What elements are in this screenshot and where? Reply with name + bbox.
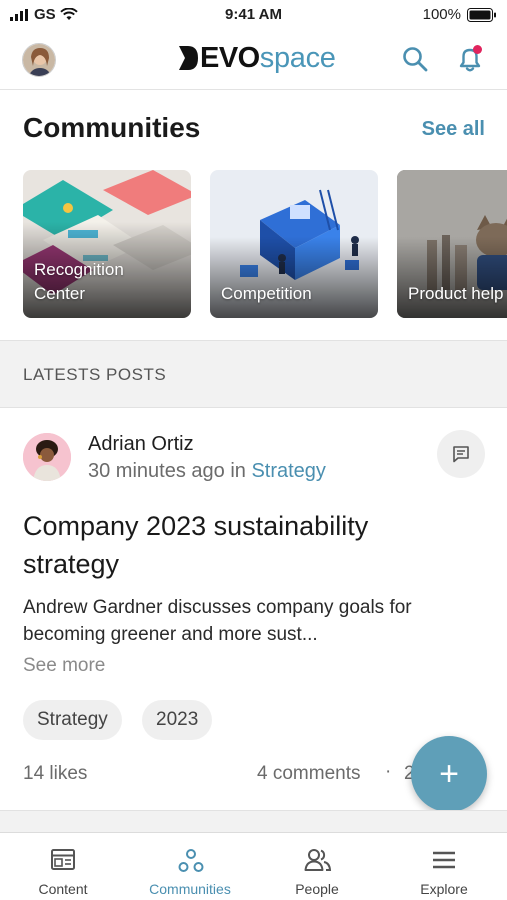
brand-bold-text: EVO — [200, 41, 260, 74]
battery-percent: 100% — [422, 6, 461, 23]
create-post-button[interactable]: + — [411, 736, 487, 812]
content-icon — [51, 849, 75, 870]
comment-icon — [453, 446, 469, 463]
latest-posts-label: LATESTS POSTS — [23, 365, 167, 384]
bottom-nav: Content Communities People Explore — [0, 832, 507, 900]
search-button[interactable] — [400, 44, 430, 74]
nav-label: Explore — [420, 881, 468, 897]
tag-chip[interactable]: Strategy — [23, 700, 122, 740]
notifications-button[interactable] — [455, 44, 485, 74]
post-excerpt: Andrew Gardner discusses company goals f… — [23, 597, 412, 645]
communities-title: Communities — [23, 112, 201, 143]
status-bar: GS 9:41 AM 100% — [0, 0, 507, 30]
community-card-competition[interactable]: Competition — [210, 170, 378, 318]
notification-dot — [473, 45, 482, 54]
communities-carousel[interactable]: Recognition Center Competition Product h… — [23, 170, 507, 318]
author-name[interactable]: Adrian Ortiz — [88, 433, 194, 456]
likes-count[interactable]: 14 likes — [23, 763, 87, 785]
meta-separator: · — [385, 761, 392, 782]
battery-icon — [467, 7, 496, 22]
app-header: EVO space — [0, 30, 507, 90]
brand-light-text: space — [259, 41, 336, 74]
post-time: 30 minutes ago in — [88, 460, 252, 482]
author-avatar[interactable] — [23, 433, 71, 481]
user-avatar[interactable] — [22, 43, 56, 77]
post-meta: 30 minutes ago in Strategy — [88, 460, 326, 483]
menu-icon — [433, 851, 455, 869]
nav-item-explore[interactable]: Explore — [381, 833, 507, 900]
search-icon — [403, 47, 428, 72]
community-card-recognition-center[interactable]: Recognition Center — [23, 170, 191, 318]
see-more-link[interactable]: See more — [23, 655, 105, 677]
status-right: 100% — [423, 6, 497, 23]
nav-item-content[interactable]: Content — [0, 833, 126, 900]
section-separator — [0, 810, 507, 832]
people-icon — [304, 849, 332, 871]
nav-item-people[interactable]: People — [254, 833, 380, 900]
communities-icon — [178, 849, 204, 872]
latest-posts-header: LATESTS POSTS — [0, 340, 507, 408]
nav-label: Communities — [149, 881, 231, 897]
see-all-link[interactable]: See all — [422, 118, 485, 141]
tag-chip[interactable]: 2023 — [142, 700, 213, 740]
nav-item-communities[interactable]: Communities — [127, 833, 253, 900]
brand-logo: EVO space — [177, 40, 336, 76]
community-card-label: Product help — [408, 284, 504, 303]
community-card-label: Recognition Center — [34, 260, 124, 303]
comment-button[interactable] — [437, 430, 485, 478]
community-card-label: Competition — [221, 284, 312, 303]
nav-label: People — [295, 881, 339, 897]
plus-icon: + — [439, 754, 459, 793]
nav-label: Content — [38, 881, 88, 897]
comments-count[interactable]: 4 comments — [257, 763, 360, 785]
brand-mark-icon — [179, 46, 198, 70]
post-community-link[interactable]: Strategy — [251, 460, 325, 482]
community-card-product-help[interactable]: Product help — [397, 170, 507, 318]
bell-icon — [459, 45, 482, 72]
post-title[interactable]: Company 2023 sustainability strategy — [23, 507, 463, 583]
